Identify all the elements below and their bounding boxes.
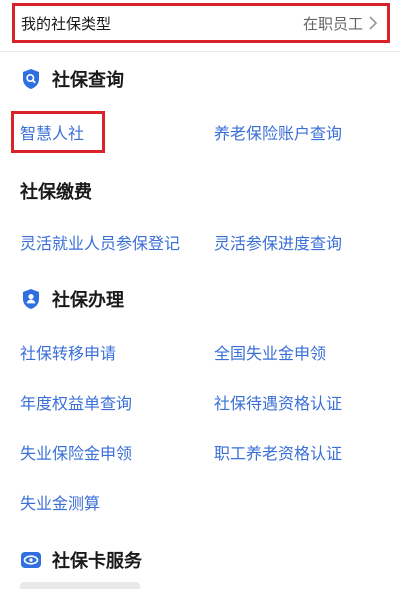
- link-unemployment-calculation[interactable]: 失业金测算: [20, 490, 100, 514]
- link-flexible-insurance-progress[interactable]: 灵活参保进度查询: [214, 230, 342, 254]
- social-security-type-selector[interactable]: 在职员工: [303, 13, 379, 34]
- social-security-page: 我的社保类型 在职员工 社保查询 智慧人社 养老保险账户查询 社保缴费 灵活就业…: [0, 0, 400, 589]
- divider: [0, 51, 400, 52]
- person-shield-icon: [23, 289, 39, 309]
- section-title-card: 社保卡服务: [52, 551, 142, 572]
- social-security-type-value: 在职员工: [302, 14, 363, 33]
- section-title-handle: 社保办理: [52, 290, 124, 311]
- section-title-query: 社保查询: [52, 70, 124, 91]
- chevron-right-icon: [369, 16, 378, 30]
- link-annual-rights-query[interactable]: 年度权益单查询: [20, 390, 132, 414]
- bottom-tab-hint: [20, 582, 140, 589]
- social-security-type-row[interactable]: 我的社保类型 在职员工: [12, 3, 390, 43]
- link-pension-qualification-certification[interactable]: 职工养老资格认证: [214, 440, 342, 464]
- highlight-box: [11, 111, 105, 153]
- link-unemployment-insurance-claim[interactable]: 失业保险金申领: [20, 440, 132, 464]
- social-security-type-label: 我的社保类型: [21, 14, 112, 33]
- link-flexible-employment-registration[interactable]: 灵活就业人员参保登记: [20, 230, 180, 254]
- link-national-unemployment-claim[interactable]: 全国失业金申领: [214, 340, 326, 364]
- search-shield-icon: [23, 69, 39, 89]
- link-pension-account-query[interactable]: 养老保险账户查询: [214, 120, 342, 144]
- eye-card-icon: [21, 552, 41, 568]
- section-title-payment: 社保缴费: [20, 182, 92, 203]
- link-benefit-qualification-certification[interactable]: 社保待遇资格认证: [214, 390, 342, 414]
- section-header-card: 社保卡服务: [20, 547, 142, 573]
- section-header-query: 社保查询: [20, 66, 124, 92]
- section-header-handle: 社保办理: [20, 286, 124, 312]
- link-transfer-application[interactable]: 社保转移申请: [20, 340, 116, 364]
